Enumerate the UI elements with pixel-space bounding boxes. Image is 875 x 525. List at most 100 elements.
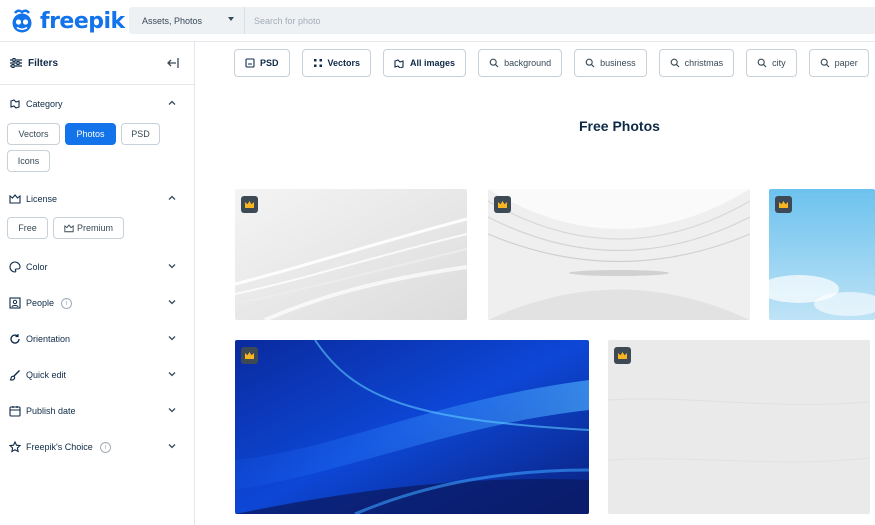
asset-type-label: Assets, Photos: [142, 15, 203, 26]
photo-card[interactable]: [488, 189, 750, 320]
license-chip-free[interactable]: Free: [7, 217, 48, 239]
tag-vectors[interactable]: Vectors: [301, 49, 372, 77]
license-section: License Free Premium: [0, 181, 194, 239]
premium-crown-badge: [241, 196, 258, 213]
category-chip-psd[interactable]: PSD: [121, 123, 160, 145]
results-main: PSD Vectors All images background busine…: [195, 42, 875, 525]
tag-background-label: background: [504, 58, 552, 68]
photo-card[interactable]: [608, 340, 870, 514]
license-chip-premium[interactable]: Premium: [53, 217, 124, 239]
category-chip-vectors[interactable]: Vectors: [7, 123, 60, 145]
tag-business-label: business: [600, 58, 636, 68]
freepik-logo[interactable]: freepik: [8, 5, 125, 37]
search-icon: [757, 58, 767, 68]
star-icon: [9, 441, 21, 453]
psd-icon: [245, 58, 255, 68]
chevron-down-icon: [168, 300, 176, 305]
search-icon: [489, 58, 499, 68]
logo-wordmark: freepik: [40, 8, 125, 34]
premium-crown-badge: [494, 196, 511, 213]
category-chip-photos[interactable]: Photos: [65, 123, 116, 145]
info-icon[interactable]: i: [99, 441, 111, 453]
tag-city-label: city: [772, 58, 786, 68]
orientation-filter[interactable]: Orientation: [0, 321, 194, 357]
publish-date-filter[interactable]: Publish date: [0, 393, 194, 429]
tag-business[interactable]: business: [574, 49, 647, 77]
license-label: License: [26, 194, 58, 204]
collapse-sidebar-icon[interactable]: [166, 56, 180, 70]
photo-card[interactable]: [235, 189, 467, 320]
license-icon: [9, 193, 21, 205]
category-icon: [9, 98, 21, 110]
crown-outline-icon: [64, 224, 74, 233]
people-filter-label: People: [26, 298, 55, 308]
tag-christmas[interactable]: christmas: [658, 49, 735, 77]
chevron-up-icon: [168, 195, 176, 200]
search-icon: [820, 58, 830, 68]
category-label: Category: [26, 99, 63, 109]
freepiks-choice-filter[interactable]: Freepik's Choice i: [0, 429, 194, 465]
white-paper-texture-image: [608, 340, 870, 514]
license-toggle[interactable]: License: [0, 181, 194, 217]
chevron-down-icon: [168, 408, 176, 413]
people-icon: [9, 297, 21, 309]
license-options: Free Premium: [0, 217, 194, 239]
premium-crown-badge: [614, 347, 631, 364]
blue-abstract-waves-image: [235, 340, 589, 514]
photo-card[interactable]: [235, 340, 589, 514]
chevron-up-icon: [168, 100, 176, 105]
people-filter[interactable]: People i: [0, 285, 194, 321]
category-options: Vectors Photos PSD Icons: [0, 123, 194, 172]
tag-vectors-label: Vectors: [327, 58, 361, 68]
abstract-white-waves-image: [235, 189, 467, 320]
tag-background[interactable]: background: [478, 49, 563, 77]
chevron-down-icon: [168, 264, 176, 269]
publish-date-filter-label: Publish date: [26, 406, 76, 416]
info-icon[interactable]: i: [61, 297, 73, 309]
sliders-icon: [10, 58, 22, 68]
orientation-icon: [9, 333, 21, 345]
tag-city[interactable]: city: [746, 49, 797, 77]
category-section: Category Vectors Photos PSD Icons: [0, 86, 194, 172]
asset-type-select[interactable]: Assets, Photos: [129, 7, 245, 34]
brush-icon: [9, 369, 21, 381]
color-filter-label: Color: [26, 262, 48, 272]
freepik-logo-icon: [8, 8, 36, 34]
tag-bar: PSD Vectors All images background busine…: [234, 49, 869, 77]
tag-psd-label: PSD: [260, 58, 279, 68]
color-filter[interactable]: Color: [0, 249, 194, 285]
premium-crown-badge: [775, 196, 792, 213]
vectors-icon: [313, 58, 323, 68]
chevron-down-icon: [168, 444, 176, 449]
search-icon: [670, 58, 680, 68]
white-tunnel-architecture-image: [488, 189, 750, 320]
search-icon: [585, 58, 595, 68]
collapsed-filter-sections: Color People i Orientation Quick edit Pu…: [0, 249, 194, 465]
images-icon: [394, 58, 405, 68]
tag-all-images-label: All images: [410, 58, 456, 68]
orientation-filter-label: Orientation: [26, 334, 71, 344]
top-header: freepik Assets, Photos: [0, 0, 875, 42]
tag-paper-label: paper: [834, 58, 858, 68]
tag-all-images[interactable]: All images: [383, 49, 467, 77]
tag-paper[interactable]: paper: [808, 49, 869, 77]
quick-edit-filter[interactable]: Quick edit: [0, 357, 194, 393]
category-chip-icons[interactable]: Icons: [7, 150, 50, 172]
quick-edit-filter-label: Quick edit: [26, 370, 67, 380]
filters-header: Filters: [0, 42, 194, 85]
page-title: Free Photos: [579, 118, 660, 134]
filters-title: Filters: [28, 57, 59, 69]
tag-psd[interactable]: PSD: [234, 49, 290, 77]
license-premium-label: Premium: [76, 223, 113, 233]
premium-crown-badge: [241, 347, 258, 364]
search-bar: Assets, Photos: [129, 7, 875, 34]
chevron-down-icon: [168, 372, 176, 377]
chevron-down-icon: [168, 336, 176, 341]
caret-down-icon: [228, 17, 234, 21]
category-toggle[interactable]: Category: [0, 86, 194, 122]
tag-christmas-label: christmas: [684, 58, 724, 68]
photo-card[interactable]: [769, 189, 875, 320]
palette-icon: [9, 261, 21, 273]
search-input[interactable]: [245, 7, 875, 34]
freepiks-choice-filter-label: Freepik's Choice: [26, 442, 93, 452]
